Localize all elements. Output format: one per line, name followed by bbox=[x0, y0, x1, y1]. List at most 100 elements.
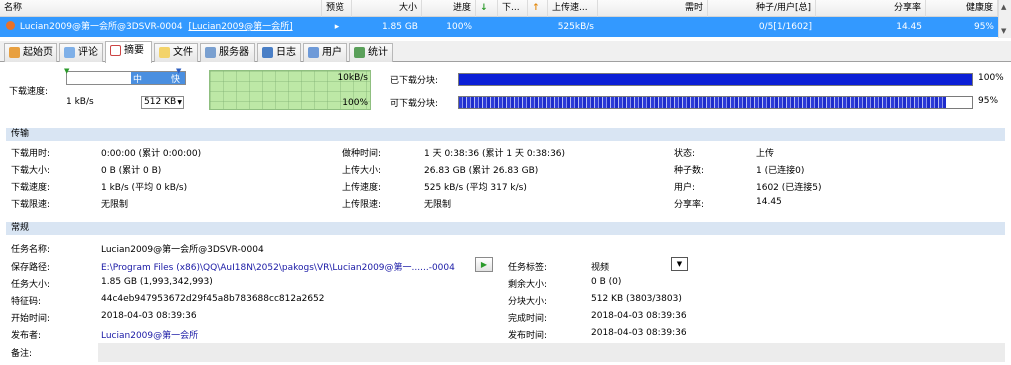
status-label: 状态: bbox=[674, 149, 696, 159]
row-size: 1.85 GB bbox=[381, 22, 418, 32]
row-progress: 100% bbox=[446, 22, 472, 32]
save-path-link[interactable]: E:\Program Files (x86)\QQ\AuI18N\2052\pa… bbox=[101, 260, 455, 273]
tab-stats[interactable]: 统计 bbox=[349, 43, 393, 62]
complete-time-label: 完成时间: bbox=[508, 314, 548, 324]
col-upload-speed[interactable]: 上传速... bbox=[548, 0, 598, 17]
available-blocks-label: 可下载分块: bbox=[390, 99, 439, 109]
speed-slider[interactable]: ▼ 中 快 ▼ bbox=[64, 67, 186, 85]
scroll-down-icon[interactable]: ▼ bbox=[1001, 27, 1006, 35]
col-health[interactable]: 健康度 bbox=[926, 0, 998, 17]
downloaded-blocks-label: 已下载分块: bbox=[390, 76, 439, 86]
user-icon bbox=[308, 47, 319, 58]
task-name-label: 任务名称: bbox=[11, 245, 51, 255]
row-seeds-peers: 0/5[1/1602] bbox=[758, 22, 812, 32]
downloaded-blocks-bar bbox=[458, 73, 973, 86]
tab-home[interactable]: 起始页 bbox=[4, 43, 57, 62]
row-share-ratio: 14.45 bbox=[896, 22, 922, 32]
speed-limit-select[interactable]: 512 KB ▼ bbox=[141, 96, 184, 109]
slider-left-marker: ▼ bbox=[64, 67, 70, 75]
slider-mid-label: 中 bbox=[133, 75, 143, 85]
preview-icon[interactable]: ▸ bbox=[322, 17, 352, 37]
task-tag-dropdown[interactable]: ▼ bbox=[671, 257, 688, 271]
home-icon bbox=[9, 47, 20, 58]
speed-min-label: 1 kB/s bbox=[66, 97, 94, 107]
tab-comment[interactable]: 评论 bbox=[59, 43, 103, 62]
download-size-value: 0 B (累计 0 B) bbox=[101, 166, 162, 176]
share-ratio-value: 14.45 bbox=[756, 197, 782, 207]
upload-limit-label: 上传限速: bbox=[342, 200, 382, 210]
complete-time-value: 2018-04-03 08:39:36 bbox=[591, 311, 687, 321]
status-value: 上传 bbox=[756, 149, 775, 159]
server-icon bbox=[205, 47, 216, 58]
chevron-down-icon: ▼ bbox=[177, 99, 182, 106]
seeds-label: 种子数: bbox=[674, 166, 705, 176]
task-tag-label: 任务标签: bbox=[508, 263, 548, 273]
list-scrollbar[interactable]: ▲ ▼ bbox=[998, 0, 1011, 38]
seeds-value: 1 (已连接0) bbox=[756, 166, 805, 176]
task-size-label: 任务大小: bbox=[11, 280, 51, 290]
comment-icon bbox=[64, 47, 75, 58]
upload-size-value: 26.83 GB (累计 26.83 GB) bbox=[424, 166, 539, 176]
hash-label: 特征码: bbox=[11, 297, 42, 307]
col-share-ratio[interactable]: 分享率 bbox=[816, 0, 926, 17]
col-preview[interactable]: 预览 bbox=[322, 0, 352, 17]
checklist-icon bbox=[110, 45, 121, 56]
col-size[interactable]: 大小 bbox=[352, 0, 422, 17]
tab-servers[interactable]: 服务器 bbox=[200, 43, 255, 62]
save-path-label: 保存路径: bbox=[11, 263, 51, 273]
publisher-link[interactable]: Lucian2009@第一会所 bbox=[101, 328, 198, 341]
remaining-size-label: 剩余大小: bbox=[508, 280, 548, 290]
downloaded-blocks-pct: 100% bbox=[978, 73, 1004, 83]
general-section-header: 常规 bbox=[6, 222, 1005, 235]
note-field[interactable] bbox=[98, 343, 1005, 362]
tab-users[interactable]: 用户 bbox=[303, 43, 347, 62]
col-time[interactable]: 需时 bbox=[598, 0, 708, 17]
download-time-value: 0:00:00 (累计 0:00:00) bbox=[101, 149, 202, 159]
upload-size-label: 上传大小: bbox=[342, 166, 382, 176]
publisher-label: 发布者: bbox=[11, 331, 42, 341]
block-size-label: 分块大小: bbox=[508, 297, 548, 307]
play-icon: ▶ bbox=[480, 260, 488, 269]
users-value: 1602 (已连接5) bbox=[756, 183, 822, 193]
slider-right-marker[interactable]: ▼ bbox=[176, 67, 181, 75]
upload-limit-value: 无限制 bbox=[424, 200, 452, 210]
start-time-value: 2018-04-03 08:39:36 bbox=[101, 311, 197, 321]
download-limit-value: 无限制 bbox=[101, 200, 129, 210]
col-seeds-peers[interactable]: 种子/用户[总] bbox=[708, 0, 816, 17]
scroll-up-icon[interactable]: ▲ bbox=[1001, 3, 1006, 11]
download-speed-stat-value: 1 kB/s (平均 0 kB/s) bbox=[101, 183, 188, 193]
share-ratio-label: 分享率: bbox=[674, 200, 705, 210]
seed-time-label: 做种时间: bbox=[342, 149, 382, 159]
task-size-value: 1.85 GB (1,993,342,993) bbox=[101, 277, 213, 287]
note-label: 备注: bbox=[11, 349, 33, 359]
row-name-cell: Lucian2009@第一会所@3DSVR-0004 [Lucian2009@第… bbox=[0, 17, 322, 37]
task-name: Lucian2009@第一会所@3DSVR-0004 bbox=[19, 22, 183, 32]
col-name[interactable]: 名称 bbox=[0, 0, 322, 17]
task-name-link[interactable]: [Lucian2009@第一会所] bbox=[188, 22, 292, 32]
task-status-icon bbox=[6, 21, 15, 30]
stats-icon bbox=[354, 47, 365, 58]
users-label: 用户: bbox=[674, 183, 696, 193]
download-speed-stat-label: 下载速度: bbox=[11, 183, 51, 193]
download-size-label: 下载大小: bbox=[11, 166, 51, 176]
seed-time-value: 1 天 0:38:36 (累计 1 天 0:38:36) bbox=[424, 149, 566, 159]
publish-time-label: 发布时间: bbox=[508, 331, 548, 341]
graph-top-label: 10kB/s bbox=[337, 73, 368, 83]
task-tag-value: 视频 bbox=[591, 263, 610, 273]
tab-summary[interactable]: 摘要 bbox=[105, 41, 152, 63]
open-folder-button[interactable]: ▶ bbox=[475, 257, 493, 272]
transfer-section-header: 传输 bbox=[6, 128, 1005, 141]
col-up-arrow[interactable]: ↑ bbox=[528, 0, 548, 17]
remaining-size-value: 0 B (0) bbox=[591, 277, 622, 287]
col-down-arrow[interactable]: ↓ bbox=[476, 0, 498, 17]
available-blocks-pct: 95% bbox=[978, 96, 999, 106]
col-progress[interactable]: 进度 bbox=[422, 0, 476, 17]
tab-files[interactable]: 文件 bbox=[154, 43, 198, 62]
upload-speed-label: 上传速度: bbox=[342, 183, 382, 193]
task-row[interactable]: Lucian2009@第一会所@3DSVR-0004 [Lucian2009@第… bbox=[0, 17, 998, 37]
graph-bottom-label: 100% bbox=[342, 98, 368, 108]
column-header-bar: 名称 预览 大小 进度 ↓ 下... ↑ 上传速... 需时 种子/用户[总] … bbox=[0, 0, 1011, 17]
col-download[interactable]: 下... bbox=[498, 0, 528, 17]
tab-log[interactable]: 日志 bbox=[257, 43, 301, 62]
task-name-value: Lucian2009@第一会所@3DSVR-0004 bbox=[101, 245, 264, 255]
